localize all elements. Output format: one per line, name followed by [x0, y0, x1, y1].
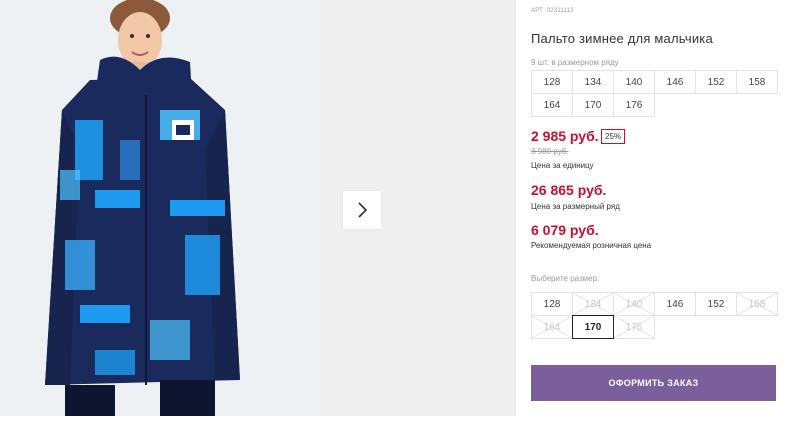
gallery-next-button[interactable]	[343, 191, 381, 229]
product-gallery	[0, 0, 515, 416]
size-option-label: 146	[666, 298, 684, 310]
size-option-140: 140	[613, 292, 655, 316]
product-photo	[0, 0, 320, 416]
boy-in-winter-coat-image	[45, 0, 240, 416]
pack-size-cell: 158	[736, 70, 778, 94]
size-option-label: 176	[625, 321, 643, 333]
size-option-label: 134	[584, 298, 602, 310]
pack-size-cell: 140	[613, 70, 655, 94]
discount-badge: 25%	[601, 129, 626, 144]
retail-price: 6 079 руб.	[531, 222, 599, 238]
size-select-grid: 128 134 140 146 152 158 164 170 176	[531, 292, 778, 339]
size-option-label: 128	[543, 298, 561, 310]
size-option-164: 164	[531, 315, 573, 339]
size-option-label: 158	[748, 298, 766, 310]
size-select-label: Выберите размер:	[531, 274, 600, 283]
panel-divider	[515, 0, 516, 416]
pack-size-cell: 128	[531, 70, 573, 94]
size-option-128[interactable]: 128	[531, 292, 573, 316]
pack-size-cell: 134	[572, 70, 614, 94]
size-option-label: 164	[543, 321, 561, 333]
order-button[interactable]: ОФОРМИТЬ ЗАКАЗ	[531, 365, 776, 401]
pack-size-cell: 146	[654, 70, 696, 94]
article-number: АРТ: 32311113	[531, 8, 574, 14]
pack-note: 9 шт. в размерном ряду	[531, 58, 619, 67]
pack-size-cell: 170	[572, 93, 614, 117]
old-price: 3 980 руб.	[531, 147, 569, 156]
unit-price-note: Цена за единицу	[531, 161, 594, 170]
pack-size-cell: 164	[531, 93, 573, 117]
size-option-label: 152	[707, 298, 725, 310]
size-option-label: 140	[625, 298, 643, 310]
size-option-152[interactable]: 152	[695, 292, 737, 316]
size-option-158: 158	[736, 292, 778, 316]
pack-size-grid: 128 134 140 146 152 158 164 170 176	[531, 70, 778, 117]
product-title: Пальто зимнее для мальчика	[531, 31, 713, 46]
pack-price: 26 865 руб.	[531, 182, 607, 198]
size-option-134: 134	[572, 292, 614, 316]
chevron-right-icon	[358, 202, 368, 218]
retail-price-note: Рекомендуемая розничная цена	[531, 241, 652, 250]
pack-price-note: Цена за размерный ряд	[531, 202, 620, 211]
size-option-170[interactable]: 170	[572, 315, 614, 339]
pack-size-cell: 176	[613, 93, 655, 117]
size-option-146[interactable]: 146	[654, 292, 696, 316]
unit-price: 2 985 руб.	[531, 128, 599, 144]
size-option-176: 176	[613, 315, 655, 339]
pack-size-cell: 152	[695, 70, 737, 94]
size-option-label: 170	[584, 321, 602, 333]
